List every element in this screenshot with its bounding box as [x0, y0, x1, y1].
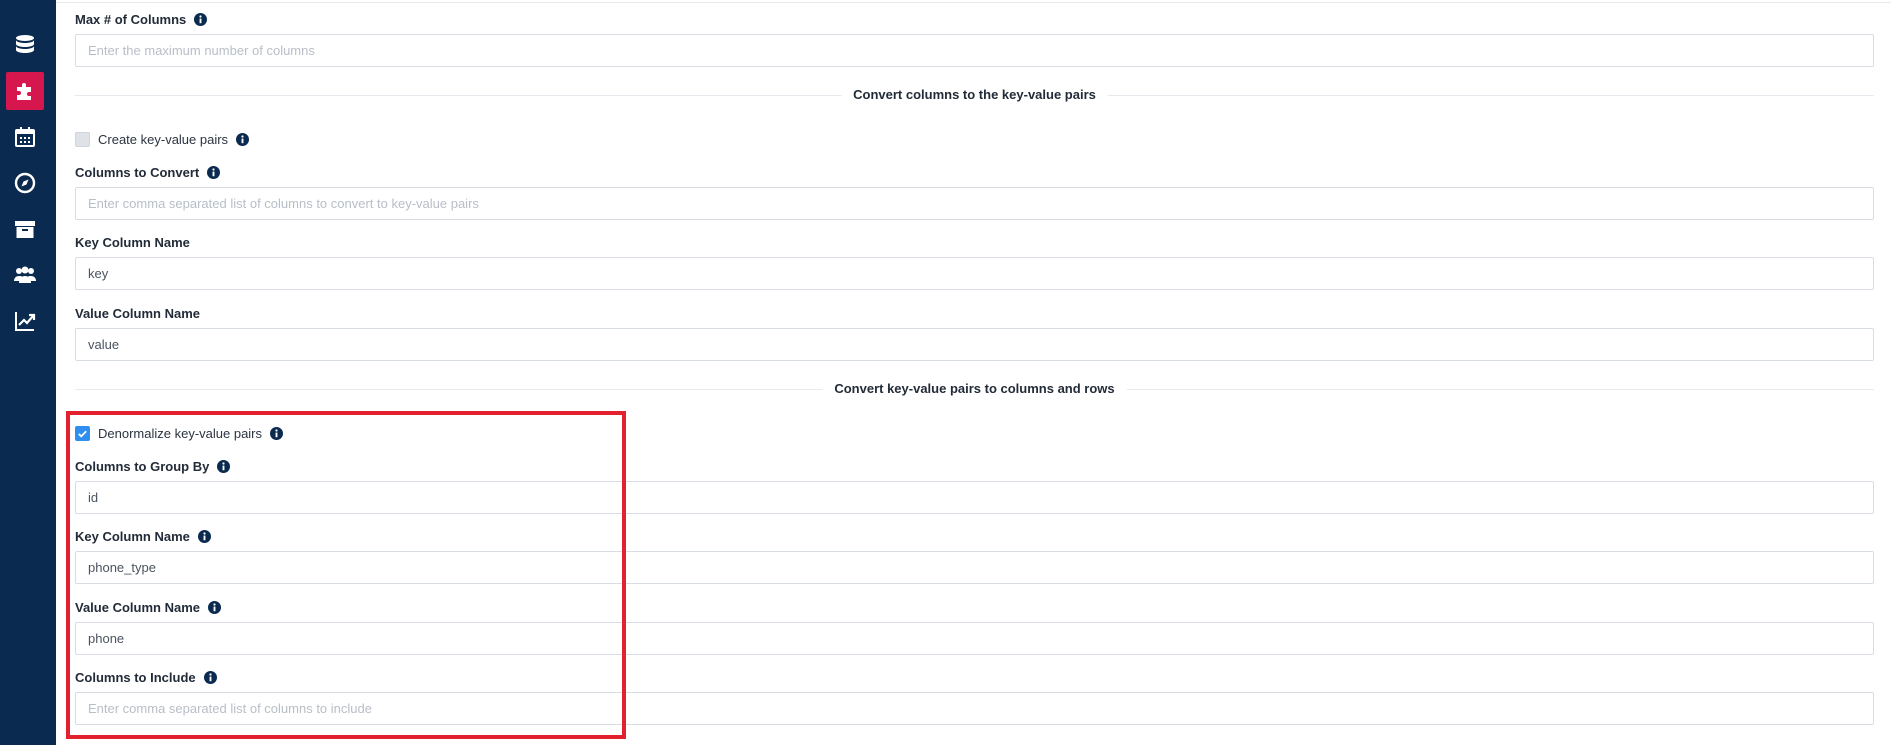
max-columns-input[interactable]: Enter the maximum number of columns: [75, 34, 1874, 67]
sidebar-item-integrations[interactable]: [6, 72, 44, 110]
value-column-name-input[interactable]: value: [75, 328, 1874, 361]
columns-group-by-input[interactable]: id: [75, 481, 1874, 514]
section-divider-to-kv: Convert columns to the key-value pairs: [75, 87, 1874, 105]
info-icon[interactable]: [207, 165, 221, 179]
sidebar-item-archive[interactable]: [6, 210, 44, 248]
check-icon: [78, 430, 87, 438]
form-content: Max # of Columns Enter the maximum numbe…: [75, 0, 1874, 745]
info-icon[interactable]: [197, 529, 211, 543]
section-title-from-kv: Convert key-value pairs to columns and r…: [822, 381, 1127, 396]
denormalize-kv-label: Denormalize key-value pairs: [98, 425, 263, 441]
sidebar-item-database[interactable]: [6, 26, 44, 64]
sidebar-item-analytics[interactable]: [6, 302, 44, 340]
columns-group-by-label: Columns to Group By: [75, 457, 231, 475]
calendar-icon: [15, 127, 35, 147]
info-icon[interactable]: [207, 600, 221, 614]
columns-to-include-label: Columns to Include: [75, 668, 217, 686]
create-kv-checkbox[interactable]: [75, 131, 90, 147]
users-icon: [14, 266, 36, 283]
columns-to-convert-label: Columns to Convert: [75, 163, 221, 181]
denormalize-kv-checkbox[interactable]: [75, 425, 90, 441]
max-columns-label: Max # of Columns: [75, 10, 208, 28]
archive-icon: [15, 221, 35, 238]
info-icon[interactable]: [236, 132, 250, 146]
denorm-key-column-name-label: Key Column Name: [75, 527, 211, 545]
denorm-value-column-name-input[interactable]: phone: [75, 622, 1874, 655]
compass-icon: [14, 172, 36, 194]
denorm-value-column-name-label: Value Column Name: [75, 598, 221, 616]
chart-line-icon: [15, 312, 36, 331]
key-column-name-label: Key Column Name: [75, 234, 190, 250]
denormalize-kv-row: Denormalize key-value pairs: [75, 424, 284, 442]
sidebar: [0, 0, 56, 745]
key-column-name-input[interactable]: key: [75, 257, 1874, 290]
info-icon[interactable]: [270, 426, 284, 440]
sidebar-item-explore[interactable]: [6, 164, 44, 202]
puzzle-icon: [17, 83, 31, 100]
denorm-key-column-name-input[interactable]: phone_type: [75, 551, 1874, 584]
create-kv-label: Create key-value pairs: [98, 131, 229, 147]
columns-to-include-input[interactable]: Enter comma separated list of columns to…: [75, 692, 1874, 725]
info-icon[interactable]: [194, 12, 208, 26]
create-kv-row: Create key-value pairs: [75, 130, 250, 148]
section-divider-from-kv: Convert key-value pairs to columns and r…: [75, 381, 1874, 399]
columns-to-convert-input[interactable]: Enter comma separated list of columns to…: [75, 187, 1874, 220]
section-title-to-kv: Convert columns to the key-value pairs: [841, 87, 1108, 102]
info-icon[interactable]: [217, 459, 231, 473]
sidebar-item-calendar[interactable]: [6, 118, 44, 156]
database-icon: [16, 35, 34, 53]
info-icon[interactable]: [203, 670, 217, 684]
value-column-name-label: Value Column Name: [75, 305, 200, 321]
sidebar-item-users[interactable]: [6, 256, 44, 294]
